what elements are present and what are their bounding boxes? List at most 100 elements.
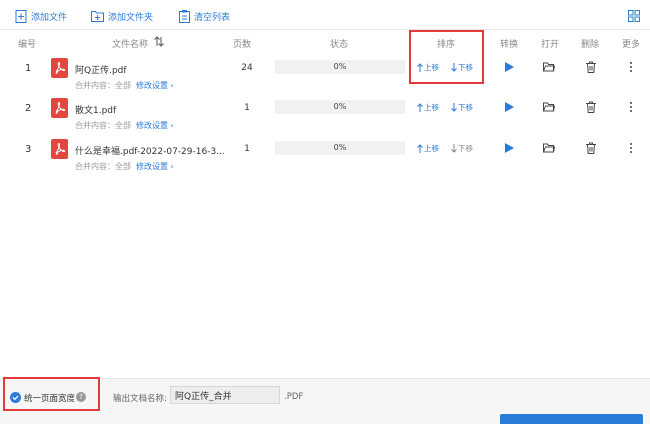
progress-text: 0%	[333, 62, 347, 71]
progress-text: 0%	[333, 102, 347, 111]
add-folder-button[interactable]: 添加文件夹	[91, 8, 153, 24]
trash-icon	[586, 61, 596, 73]
arrow-up-icon	[417, 144, 423, 153]
col-status: 状态	[330, 40, 349, 50]
merge-content-label: 合并内容：全部	[75, 81, 131, 90]
convert-button[interactable]	[503, 61, 515, 73]
move-up-button[interactable]: 上移	[417, 62, 439, 73]
clear-list-button[interactable]: 清空列表	[179, 8, 230, 24]
progress-bar: 0%	[275, 60, 405, 74]
modify-settings-label: 修改设置	[136, 81, 168, 90]
move-down-button[interactable]: 下移	[451, 143, 473, 154]
arrow-down-icon	[451, 144, 457, 153]
row-number: 2	[25, 103, 32, 114]
convert-button[interactable]	[503, 101, 515, 113]
row-number: 1	[25, 63, 32, 74]
progress-bar: 0%	[275, 100, 405, 114]
col-open: 打开	[541, 40, 560, 50]
unify-highlight-box	[3, 377, 100, 411]
more-vertical-icon	[630, 143, 632, 153]
merge-content-label: 合并内容：全部	[75, 121, 131, 130]
grid-view-button[interactable]	[628, 10, 640, 22]
pdf-file-icon	[51, 58, 68, 78]
modify-settings-link[interactable]: 修改设置 ›	[136, 121, 174, 130]
table-row[interactable]: 2 散文1.pdf 合并内容：全部 修改设置 › 1 0% 上移 下移	[0, 98, 650, 140]
move-down-button[interactable]: 下移	[451, 62, 473, 73]
sort-icon[interactable]	[154, 36, 164, 50]
col-convert: 转换	[500, 40, 519, 50]
page-count: 1	[244, 144, 250, 154]
arrow-down-icon	[451, 63, 457, 72]
row-number: 3	[25, 144, 32, 155]
arrow-down-icon	[451, 103, 457, 112]
delete-button[interactable]	[585, 101, 597, 113]
pdf-file-icon	[51, 98, 68, 118]
play-icon	[505, 62, 514, 72]
move-down-label: 下移	[458, 103, 473, 112]
play-icon	[505, 143, 514, 153]
page-count: 24	[241, 63, 253, 73]
table-header: 编号 文件名称 页数 状态 排序 转换 打开 删除 更多	[0, 36, 650, 51]
modify-settings-link[interactable]: 修改设置 ›	[136, 81, 174, 90]
arrow-up-icon	[417, 103, 423, 112]
modify-settings-label: 修改设置	[136, 162, 168, 171]
toolbar: 添加文件 添加文件夹 清空列表	[0, 0, 650, 30]
table-row[interactable]: 3 什么是幸福.pdf-2022-07-29-16-3... 合并内容：全部 修改…	[0, 139, 650, 181]
open-folder-button[interactable]	[543, 101, 556, 113]
delete-button[interactable]	[585, 142, 597, 154]
more-vertical-icon	[630, 62, 632, 72]
arrow-up-icon	[417, 63, 423, 72]
open-folder-button[interactable]	[543, 142, 556, 154]
move-up-button[interactable]: 上移	[417, 102, 439, 113]
clear-list-label: 清空列表	[194, 12, 231, 23]
modify-settings-label: 修改设置	[136, 121, 168, 130]
merge-content: 合并内容：全部 修改设置 ›	[75, 120, 174, 131]
col-delete: 删除	[581, 40, 600, 50]
output-name-input[interactable]	[170, 386, 280, 404]
file-name: 散文1.pdf	[75, 106, 117, 116]
move-up-label: 上移	[424, 103, 439, 112]
add-folder-icon	[91, 11, 104, 22]
merge-content: 合并内容：全部 修改设置 ›	[75, 161, 174, 172]
merge-content: 合并内容：全部 修改设置 ›	[75, 80, 174, 91]
folder-open-icon	[543, 102, 556, 112]
move-down-button[interactable]: 下移	[451, 102, 473, 113]
start-convert-button[interactable]	[500, 414, 643, 424]
more-vertical-icon	[630, 102, 632, 112]
pdf-file-icon	[51, 139, 68, 159]
col-pages: 页数	[233, 40, 252, 50]
clear-list-icon	[179, 9, 190, 23]
file-name: 什么是幸福.pdf-2022-07-29-16-3...	[75, 147, 225, 157]
progress-text: 0%	[333, 143, 347, 152]
trash-icon	[586, 101, 596, 113]
col-filename: 文件名称	[112, 40, 149, 50]
output-name-label: 输出文档名称:	[113, 394, 167, 404]
progress-bar: 0%	[275, 141, 405, 155]
modify-settings-link[interactable]: 修改设置 ›	[136, 162, 174, 171]
move-up-label: 上移	[424, 144, 439, 153]
open-folder-button[interactable]	[543, 61, 556, 73]
output-extension: .PDF	[284, 392, 304, 402]
move-down-label: 下移	[458, 63, 473, 72]
col-more: 更多	[622, 40, 641, 50]
more-options-button[interactable]	[628, 101, 640, 113]
more-options-button[interactable]	[628, 142, 640, 154]
delete-button[interactable]	[585, 61, 597, 73]
trash-icon	[586, 142, 596, 154]
add-file-label: 添加文件	[31, 12, 68, 23]
file-name: 阿Q正传.pdf	[75, 66, 127, 76]
move-up-label: 上移	[424, 63, 439, 72]
add-folder-label: 添加文件夹	[108, 12, 154, 23]
add-file-button[interactable]: 添加文件	[15, 8, 67, 24]
table-row[interactable]: 1 阿Q正传.pdf 合并内容：全部 修改设置 › 24 0% 上移 下移	[0, 58, 650, 100]
play-icon	[505, 102, 514, 112]
convert-button[interactable]	[503, 142, 515, 154]
move-down-label: 下移	[458, 144, 473, 153]
col-number: 编号	[18, 40, 37, 50]
folder-open-icon	[543, 143, 556, 153]
merge-content-label: 合并内容：全部	[75, 162, 131, 171]
more-options-button[interactable]	[628, 61, 640, 73]
page-count: 1	[244, 103, 250, 113]
move-up-button[interactable]: 上移	[417, 143, 439, 154]
grid-view-icon	[628, 10, 640, 22]
